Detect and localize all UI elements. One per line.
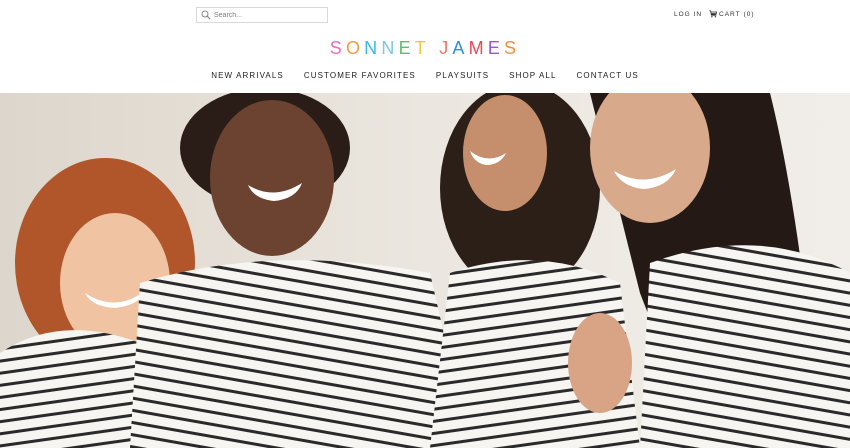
- logo-letter: [430, 38, 439, 59]
- logo-letter: M: [468, 38, 488, 58]
- search-input[interactable]: [214, 11, 324, 19]
- logo-letter: E: [487, 38, 505, 58]
- hero-photo: [0, 93, 850, 448]
- logo-letter: S: [329, 38, 346, 58]
- logo-letter: T: [414, 38, 430, 58]
- cart-count: (0): [743, 10, 755, 18]
- hero-image[interactable]: [0, 93, 850, 448]
- login-link[interactable]: LOG IN: [674, 11, 702, 18]
- nav-customer-favorites[interactable]: CUSTOMER FAVORITES: [304, 71, 416, 80]
- logo-letter: N: [364, 38, 382, 58]
- nav-shop-all[interactable]: SHOP ALL: [509, 71, 556, 80]
- nav-playsuits[interactable]: PLAYSUITS: [436, 71, 489, 80]
- main-nav: NEW ARRIVALS CUSTOMER FAVORITES PLAYSUIT…: [0, 71, 850, 80]
- cart-link[interactable]: CART (0): [709, 10, 755, 18]
- search-box[interactable]: [196, 7, 328, 23]
- logo-letter: S: [504, 38, 521, 58]
- logo-letter: E: [398, 38, 415, 58]
- top-bar: LOG IN CART (0): [0, 0, 850, 30]
- cart-icon: [709, 10, 717, 18]
- nav-new-arrivals[interactable]: NEW ARRIVALS: [211, 71, 284, 80]
- search-icon: [201, 10, 211, 20]
- site-logo[interactable]: SONNET JAMES: [0, 38, 850, 59]
- logo-letter: J: [439, 38, 453, 58]
- cart-label: CART: [719, 10, 741, 18]
- logo-letter: O: [345, 38, 365, 58]
- logo-letter: A: [452, 38, 469, 58]
- nav-contact-us[interactable]: CONTACT US: [577, 71, 639, 80]
- logo-letter: N: [381, 38, 399, 58]
